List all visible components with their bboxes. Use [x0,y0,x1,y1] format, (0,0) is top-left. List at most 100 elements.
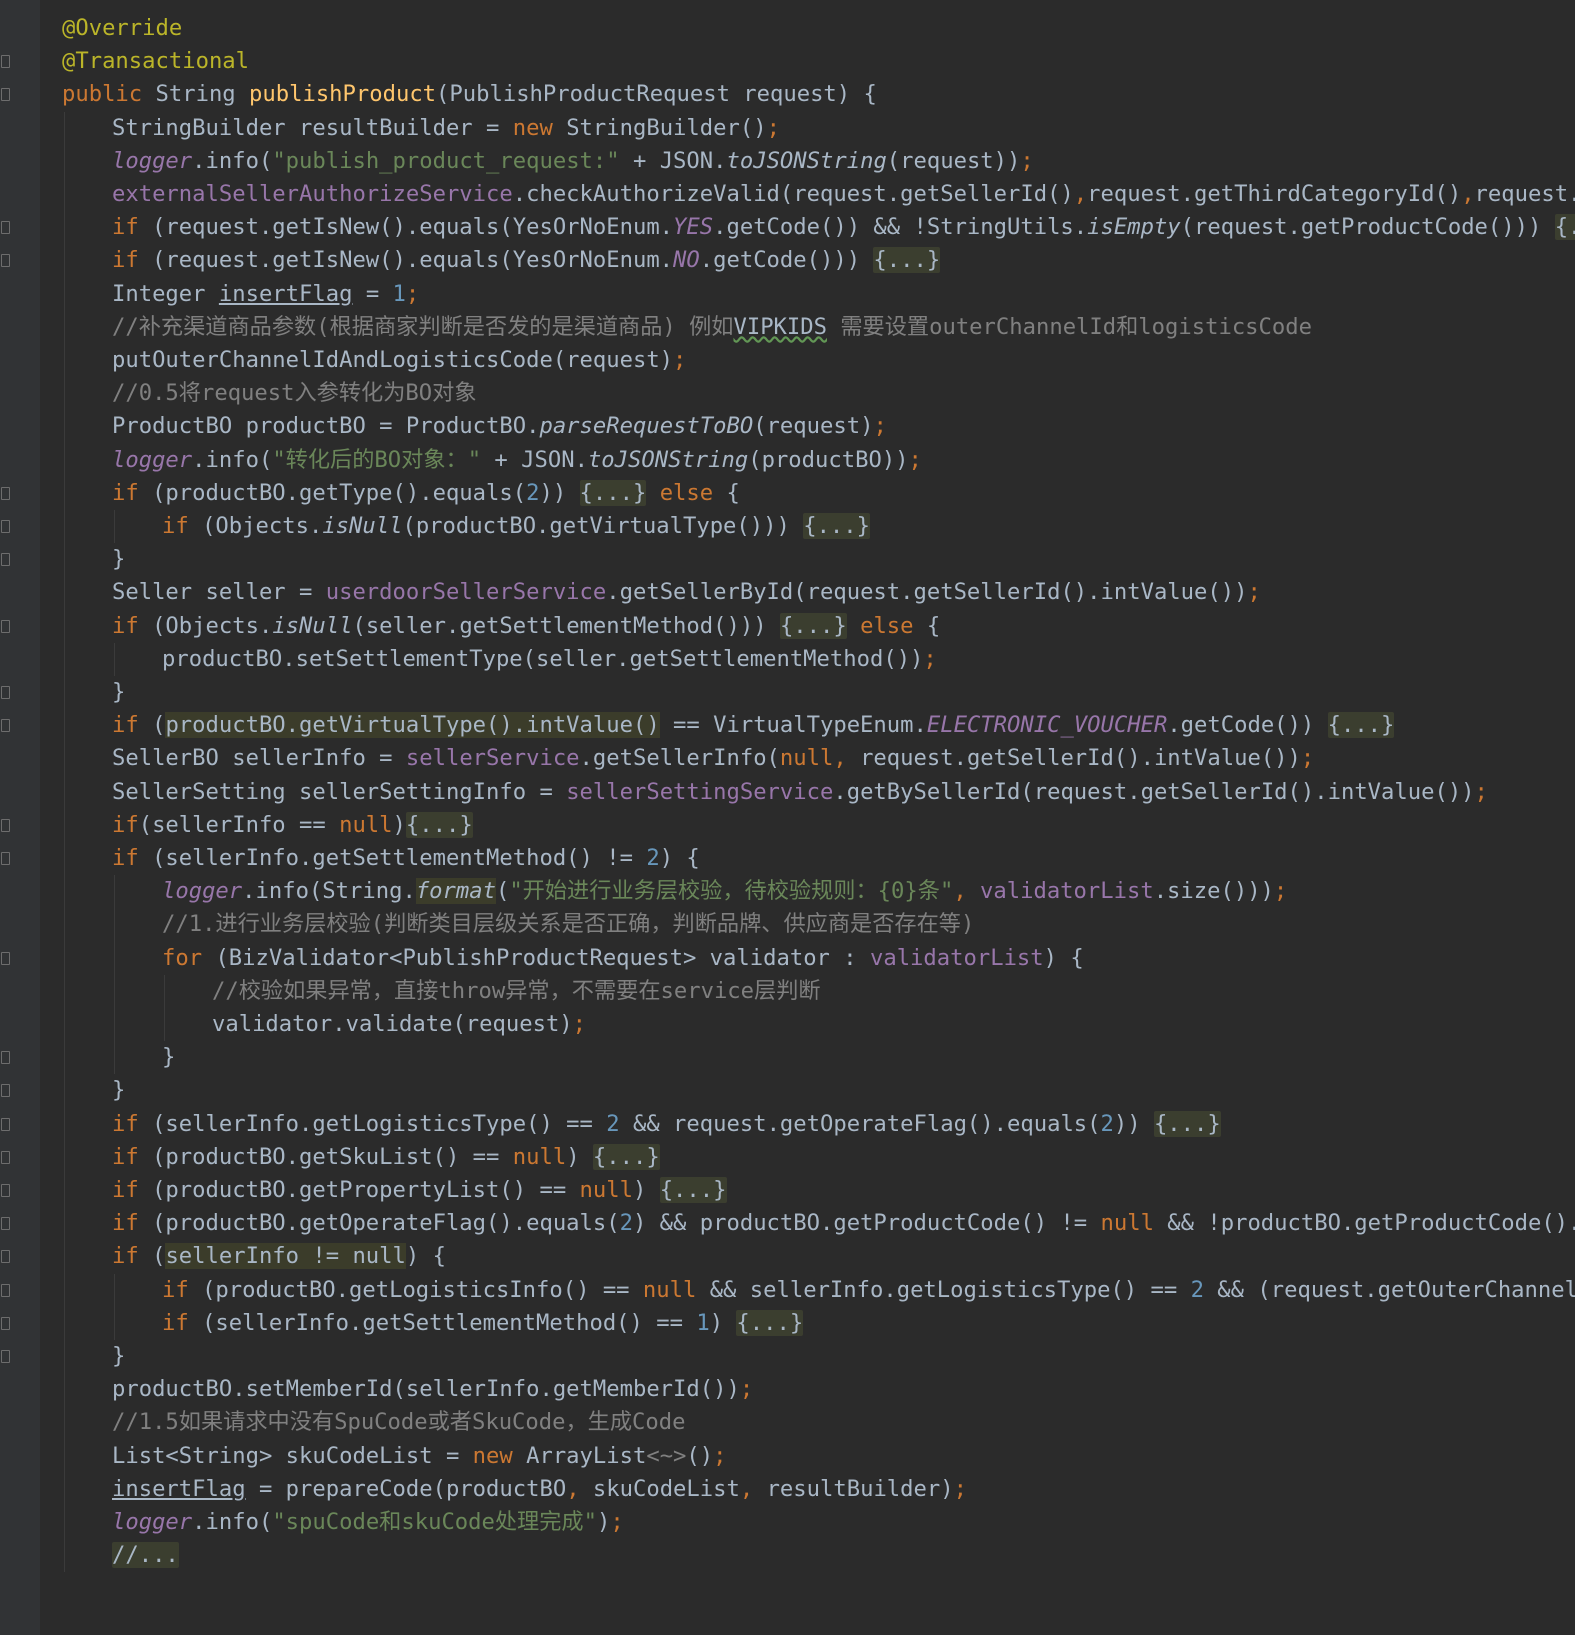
code-line[interactable]: @Override [62,11,182,45]
code-token: 2 [619,1210,633,1237]
code-line[interactable]: validator.validate(request); [212,1007,586,1041]
code-line[interactable]: StringBuilder resultBuilder = new String… [112,111,780,145]
fold-toggle-icon[interactable] [1,719,10,733]
code-line[interactable]: public String publishProduct(PublishProd… [62,77,877,111]
code-token: } [162,1044,176,1071]
code-line[interactable]: //0.5将request入参转化为BO对象 [112,376,477,410]
code-editor[interactable]: @Override @Transactional public String pub… [0,0,1575,1635]
code-line[interactable]: externalSellerAuthorizeService.checkAuth… [112,177,1575,211]
code-token: (sellerInfo == [138,811,340,838]
fold-toggle-icon[interactable] [1,254,10,268]
fold-toggle-icon[interactable] [1,1316,10,1330]
code-token: (productBO.getSkuList() == [152,1143,513,1170]
fold-toggle-icon[interactable] [1,221,10,235]
code-line[interactable]: Integer insertFlag = 1; [112,277,419,311]
code-line[interactable]: @Transactional [62,44,249,78]
folded-code-region[interactable]: {...} [1153,1110,1221,1137]
folded-code-region[interactable]: {...} [1327,712,1395,739]
code-line[interactable]: logger.info(String.format("开始进行业务层校验，待校验… [162,874,1287,908]
code-line[interactable]: ProductBO productBO = ProductBO.parseReq… [112,409,887,443]
code-line[interactable]: //1.5如果请求中没有SpuCode或者SkuCode，生成Code [112,1405,685,1439]
fold-toggle-icon[interactable] [1,852,10,865]
code-line[interactable]: if (productBO.getVirtualType().intValue(… [112,708,1395,742]
code-line[interactable]: if (sellerInfo != null) { [112,1239,446,1273]
folded-code-region[interactable]: {...} [803,513,871,539]
fold-toggle-icon[interactable] [1,1250,10,1264]
code-line[interactable]: insertFlag = prepareCode(productBO, skuC… [112,1472,967,1506]
code-line[interactable]: productBO.setMemberId(sellerInfo.getMemb… [112,1372,753,1406]
code-token: ) && productBO.getProductCode() != [632,1210,1101,1237]
code-line[interactable]: SellerSetting sellerSettingInfo = seller… [112,775,1488,809]
code-line[interactable]: putOuterChannelIdAndLogisticsCode(reques… [112,343,686,377]
fold-toggle-icon[interactable] [1,818,10,832]
code-token: (request) [753,413,874,440]
code-line[interactable]: } [112,542,125,576]
fold-toggle-icon[interactable] [1,1084,10,1098]
code-token: toJSONString [726,147,887,174]
folded-code-region[interactable]: {...} [592,1143,660,1170]
fold-toggle-icon[interactable] [1,1117,10,1131]
code-line[interactable]: if (productBO.getType().equals(2)) {...}… [112,476,740,510]
code-token: null [642,1276,697,1303]
code-line[interactable]: if(sellerInfo == null){...} [112,808,473,842]
code-token: (sellerInfo.getSettlementMethod() != [152,845,647,871]
code-line[interactable]: if (productBO.getLogisticsInfo() == null… [162,1273,1575,1307]
folded-code-region[interactable]: {...} [873,247,941,274]
fold-toggle-icon[interactable] [1,553,10,567]
code-line[interactable]: if (productBO.getSkuList() == null) {...… [112,1140,660,1174]
code-line[interactable]: Seller seller = userdoorSellerService.ge… [112,575,1261,609]
code-line[interactable]: } [112,675,125,709]
code-line[interactable]: SellerBO sellerInfo = sellerService.getS… [112,741,1314,775]
folded-code-region[interactable]: {...} [736,1309,804,1336]
code-line[interactable]: if (request.getIsNew().equals(YesOrNoEnu… [112,210,1575,244]
code-line[interactable]: //... [112,1538,179,1572]
code-area[interactable]: @Override @Transactional public String pub… [62,0,1575,1635]
folded-code-region[interactable]: {...} [779,612,847,639]
code-line[interactable]: if (sellerInfo.getLogisticsType() == 2 &… [112,1107,1221,1141]
fold-toggle-icon[interactable] [1,55,10,69]
fold-toggle-icon[interactable] [1,951,10,965]
code-token: (productBO.getType().equals( [152,479,527,506]
code-token: ) [596,1509,611,1535]
code-line[interactable]: //1.进行业务层校验(判断类目层级关系是否正确，判断品牌、供应商是否存在等) [162,907,974,941]
code-line[interactable]: } [162,1040,175,1074]
code-line[interactable]: if (sellerInfo.getSettlementMethod() != … [112,841,700,875]
editor-gutter[interactable] [0,0,40,1635]
fold-toggle-icon[interactable] [1,1051,10,1065]
folded-code-region[interactable]: {...} [579,479,647,506]
code-line[interactable]: if (request.getIsNew().equals(YesOrNoEnu… [112,243,941,277]
code-line[interactable]: } [112,1339,125,1373]
fold-toggle-icon[interactable] [1,1217,10,1231]
code-line[interactable]: logger.info("spuCode和skuCode处理完成"); [112,1505,624,1539]
fold-toggle-icon[interactable] [1,1283,10,1297]
code-line[interactable]: for (BizValidator<PublishProductRequest>… [162,941,1084,975]
fold-toggle-icon[interactable] [1,619,10,633]
code-line[interactable]: } [112,1073,125,1107]
folded-code-region[interactable]: //... [112,1542,179,1569]
folded-code-region[interactable]: {...} [405,811,473,838]
fold-toggle-icon[interactable] [1,1350,10,1363]
fold-toggle-icon[interactable] [1,1150,10,1164]
fold-toggle-icon[interactable] [1,1184,10,1197]
code-line[interactable]: logger.info("转化后的BO对象：" + JSON.toJSONStr… [112,443,922,477]
code-line[interactable]: productBO.setSettlementType(seller.getSe… [162,642,937,676]
folded-code-region[interactable]: {...} [1554,214,1575,241]
code-token: .getCode()) [1167,712,1328,739]
code-line[interactable]: if (productBO.getPropertyList() == null)… [112,1173,727,1207]
folded-code-region[interactable]: {...} [659,1177,727,1203]
fold-toggle-icon[interactable] [1,88,10,102]
code-line[interactable]: if (Objects.isNull(productBO.getVirtualT… [162,509,871,543]
code-token: //校验如果异常，直接throw异常，不需要在service层判断 [212,977,821,1004]
code-line[interactable]: if (productBO.getOperateFlag().equals(2)… [112,1206,1575,1240]
code-line[interactable]: if (sellerInfo.getSettlementMethod() == … [162,1306,804,1340]
code-line[interactable]: //补充渠道商品参数(根据商家判断是否发的是渠道商品) 例如VIPKIDS 需要… [112,310,1312,344]
code-line[interactable]: List<String> skuCodeList = new ArrayList… [112,1439,727,1473]
code-token: 1 [392,280,406,307]
code-token: ) { [1043,944,1084,971]
code-line[interactable]: if (Objects.isNull(seller.getSettlementM… [112,609,940,643]
fold-toggle-icon[interactable] [1,520,10,533]
code-line[interactable]: logger.info("publish_product_request:" +… [112,144,1034,178]
fold-toggle-icon[interactable] [1,486,10,500]
code-line[interactable]: //校验如果异常，直接throw异常，不需要在service层判断 [212,974,821,1008]
fold-toggle-icon[interactable] [1,686,10,699]
